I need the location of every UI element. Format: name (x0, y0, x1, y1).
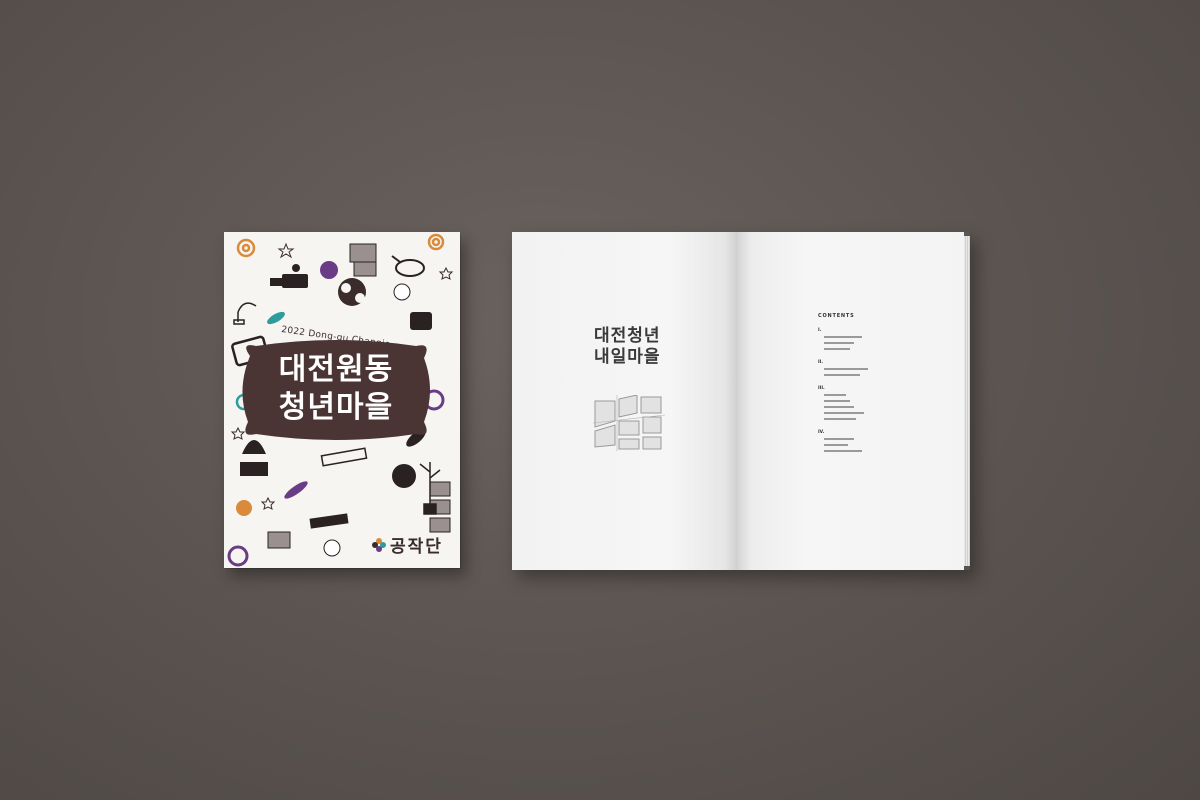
publisher-name: 공작단 (390, 537, 443, 557)
inner-title: 대전청년 내일마을 (594, 326, 704, 368)
village-map-illustration (593, 395, 665, 451)
toc-section: III. (818, 386, 928, 420)
toc-section-number: IV. (818, 430, 825, 435)
photo-stack-icon (267, 531, 291, 549)
inner-title-line-2: 내일마을 (594, 347, 661, 367)
toc-section: IV. (818, 430, 928, 452)
gear-icon (427, 233, 445, 251)
badge-icon (320, 261, 338, 279)
gear-icon (227, 545, 249, 567)
badge-icon (393, 283, 411, 301)
gear-icon (236, 238, 256, 258)
table-of-contents: CONTENTS I. II. III. IV. (818, 313, 928, 462)
table-icon (320, 447, 368, 467)
lizard-icon (284, 481, 308, 499)
toc-section-number: I. (818, 328, 822, 333)
star-icon (277, 242, 295, 259)
inner-title-line-1: 대전청년 (594, 326, 661, 346)
shelf-icon (309, 513, 349, 529)
lizard-icon (267, 311, 285, 325)
bag-icon (410, 312, 432, 330)
page-edges (964, 236, 970, 566)
badge-icon (323, 539, 341, 557)
cover-title-line-1: 대전원동 (278, 352, 394, 387)
face-icon (392, 464, 416, 488)
star-icon (260, 496, 276, 510)
flower-icon (372, 537, 386, 552)
star-icon (438, 266, 454, 280)
contents-heading: CONTENTS (818, 313, 855, 319)
toc-section-number: II. (818, 360, 824, 365)
keychain-icon (391, 255, 425, 277)
gear-icon (338, 278, 366, 306)
badge-icon (236, 500, 252, 516)
trophy-icon (240, 440, 268, 476)
lamp-icon (233, 302, 257, 325)
photo-stack-icon (349, 243, 377, 277)
toc-section: II. (818, 360, 928, 376)
scene: 2022 Dong-gu Changjo 대전원동 청년마을 공작단 대전청년 … (0, 0, 1200, 800)
publisher-logo: 공작단 (372, 532, 443, 557)
cover-title-line-2: 청년마을 (278, 390, 394, 425)
camera-icon (270, 264, 308, 288)
toc-section-number: III. (818, 386, 825, 391)
cover-title-plaque: 대전원동 청년마을 (236, 338, 436, 442)
toc-section: I. (818, 328, 928, 350)
